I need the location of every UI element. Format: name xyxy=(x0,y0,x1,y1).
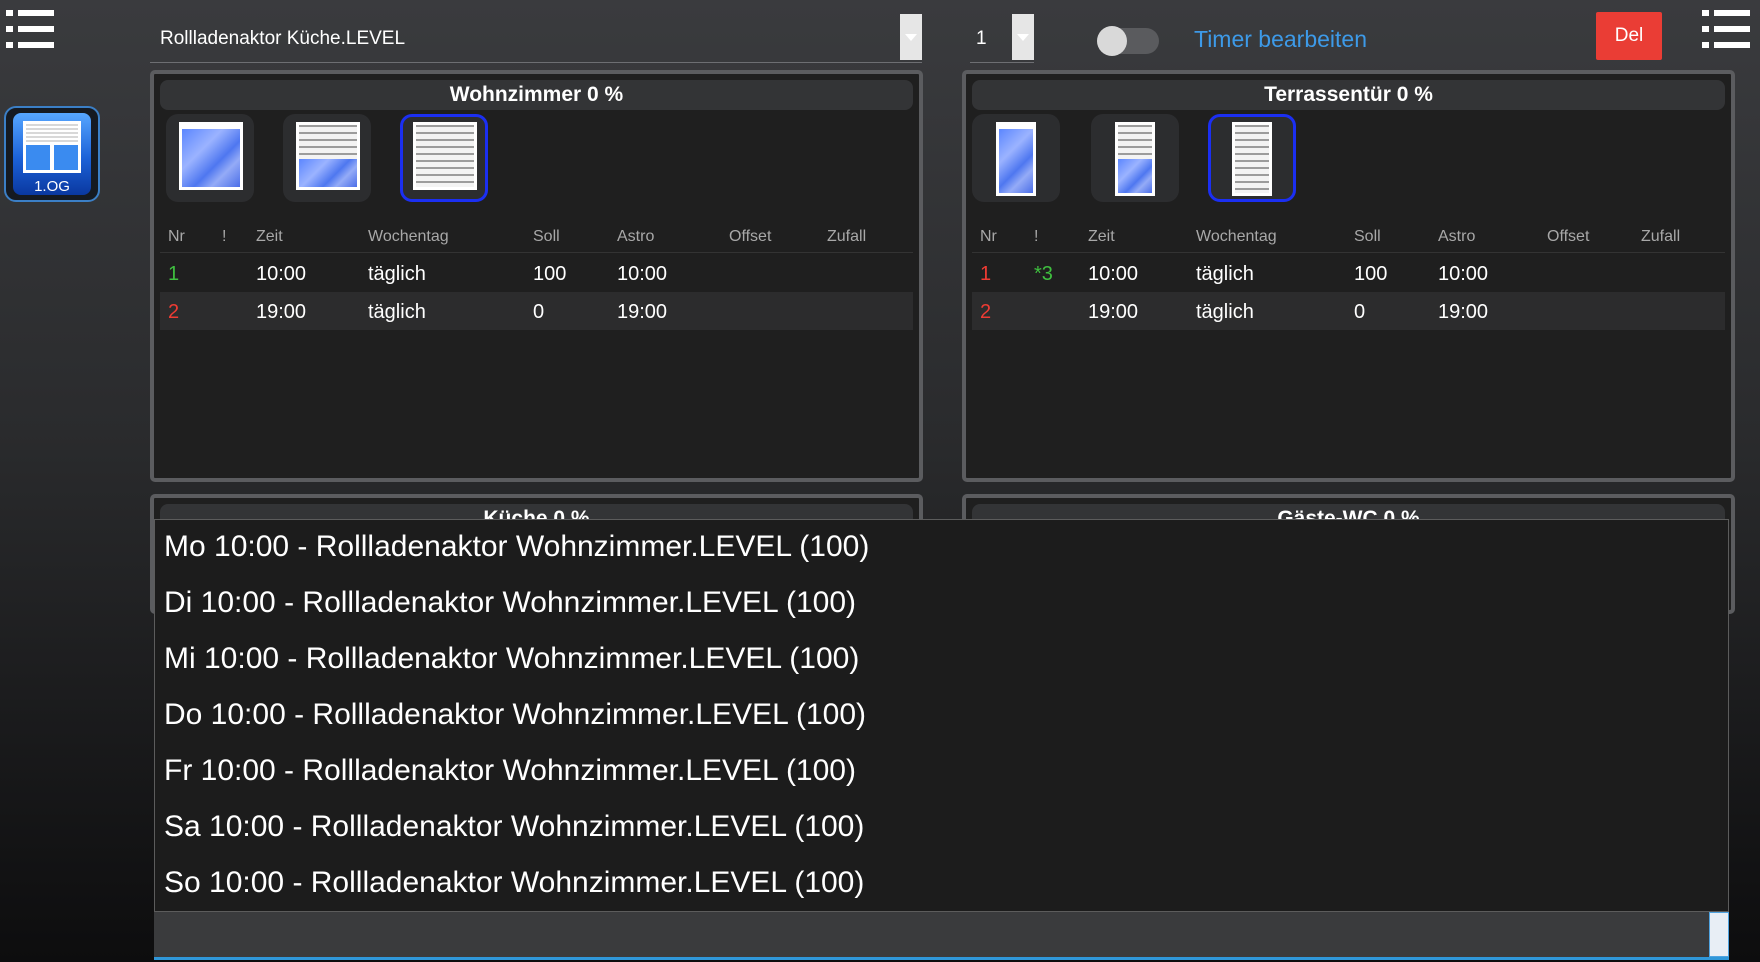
floor-label: 1.OG xyxy=(34,178,70,195)
list-item: Mo 10:00 - Rollladenaktor Wohnzimmer.LEV… xyxy=(164,530,870,563)
list-item: Fr 10:00 - Rollladenaktor Wohnzimmer.LEV… xyxy=(164,754,856,787)
edit-toggle[interactable] xyxy=(1097,26,1159,56)
list-item: Mi 10:00 - Rollladenaktor Wohnzimmer.LEV… xyxy=(164,642,860,675)
col-zufall: Zufall xyxy=(827,228,867,245)
col-zufall: Zufall xyxy=(1641,228,1681,245)
list-item: Do 10:00 - Rollladenaktor Wohnzimmer.LEV… xyxy=(164,698,867,731)
menu-list-icon-left[interactable] xyxy=(6,10,54,48)
timer-number-value: 1 xyxy=(976,28,987,49)
shutter-open-button[interactable] xyxy=(972,114,1060,202)
chevron-down-icon[interactable] xyxy=(900,14,922,60)
list-item: Di 10:00 - Rollladenaktor Wohnzimmer.LEV… xyxy=(164,586,856,619)
list-item: Sa 10:00 - Rollladenaktor Wohnzimmer.LEV… xyxy=(164,810,865,843)
col-wochentag: Wochentag xyxy=(1196,228,1277,245)
shutter-closed-button[interactable] xyxy=(1208,114,1296,202)
window-half-icon xyxy=(296,122,360,190)
window-open-icon xyxy=(179,122,243,190)
col-flag: ! xyxy=(1034,228,1039,245)
panel-title: Terrassentür 0 % xyxy=(972,80,1725,110)
col-nr: Nr xyxy=(168,228,185,245)
shutter-half-button[interactable] xyxy=(1091,114,1179,202)
col-astro: Astro xyxy=(617,228,655,245)
bottom-input-field[interactable] xyxy=(154,912,1729,960)
list-item: So 10:00 - Rollladenaktor Wohnzimmer.LEV… xyxy=(164,866,865,899)
table-row[interactable]: 1 10:00 täglich 100 10:00 xyxy=(160,254,913,292)
col-offset: Offset xyxy=(1547,228,1590,245)
panel-terrassentuer: Terrassentür 0 % Nr ! Zeit Wochentag Sol… xyxy=(962,70,1735,482)
timer-preview-list: Mo 10:00 - Rollladenaktor Wohnzimmer.LEV… xyxy=(154,519,1729,912)
device-select[interactable]: Rollladenaktor Küche.LEVEL xyxy=(150,14,922,63)
table-row[interactable]: 1 *3 10:00 täglich 100 10:00 xyxy=(972,254,1725,292)
table-row[interactable]: 2 19:00 täglich 0 19:00 xyxy=(972,292,1725,330)
toggle-knob xyxy=(1097,26,1127,56)
col-astro: Astro xyxy=(1438,228,1476,245)
table-row[interactable]: 2 19:00 täglich 0 19:00 xyxy=(160,292,913,330)
table-header: Nr ! Zeit Wochentag Soll Astro Offset Zu… xyxy=(972,222,1725,253)
table-header: Nr ! Zeit Wochentag Soll Astro Offset Zu… xyxy=(160,222,913,253)
floor-button-1og[interactable]: 1.OG xyxy=(4,106,100,202)
chevron-down-icon[interactable] xyxy=(1012,14,1034,60)
timer-number-select[interactable]: 1 xyxy=(970,14,1034,63)
col-zeit: Zeit xyxy=(1088,228,1115,245)
resize-handle-icon[interactable] xyxy=(1709,912,1729,957)
panel-wohnzimmer: Wohnzimmer 0 % Nr ! Zeit Wochentag Soll … xyxy=(150,70,923,482)
window-closed-icon xyxy=(413,122,477,190)
menu-list-icon-right[interactable] xyxy=(1702,10,1750,48)
col-soll: Soll xyxy=(1354,228,1381,245)
window-shutter-icon: 1.OG xyxy=(13,113,91,195)
col-wochentag: Wochentag xyxy=(368,228,449,245)
delete-button[interactable]: Del xyxy=(1596,12,1662,60)
col-soll: Soll xyxy=(533,228,560,245)
col-flag: ! xyxy=(222,228,227,245)
shutter-half-button[interactable] xyxy=(283,114,371,202)
door-closed-icon xyxy=(1232,122,1272,196)
col-offset: Offset xyxy=(729,228,772,245)
timer-edit-link[interactable]: Timer bearbeiten xyxy=(1194,26,1367,53)
panel-title: Wohnzimmer 0 % xyxy=(160,80,913,110)
door-half-icon xyxy=(1115,122,1155,196)
col-zeit: Zeit xyxy=(256,228,283,245)
device-select-value: Rollladenaktor Küche.LEVEL xyxy=(160,28,406,49)
shutter-open-button[interactable] xyxy=(166,114,254,202)
door-open-icon xyxy=(996,122,1036,196)
shutter-closed-button[interactable] xyxy=(400,114,488,202)
col-nr: Nr xyxy=(980,228,997,245)
